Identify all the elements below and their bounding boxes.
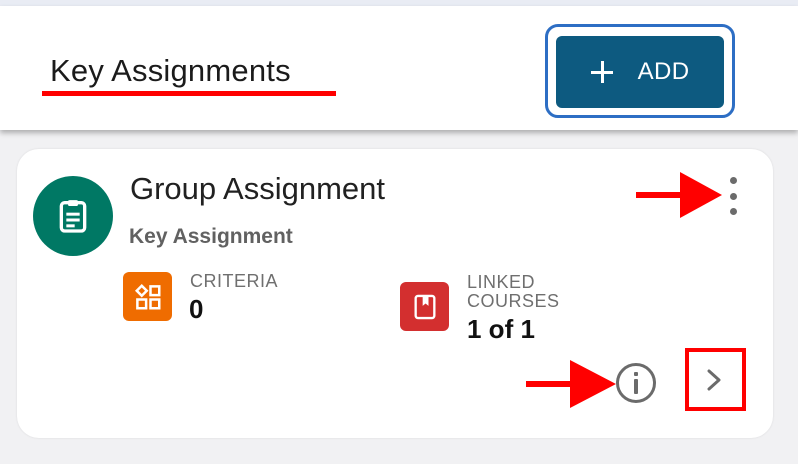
- add-button[interactable]: ADD: [556, 36, 724, 108]
- page-header: Key Assignments ADD: [0, 6, 798, 130]
- criteria-value: 0: [189, 294, 204, 324]
- clipboard-icon: [33, 176, 113, 256]
- category-icon: [123, 272, 172, 321]
- book-icon: [400, 282, 449, 331]
- title-underline-annotation: [42, 91, 336, 96]
- more-vert-icon[interactable]: [723, 177, 743, 215]
- assignment-title: Group Assignment: [130, 171, 386, 206]
- chevron-right-icon: [707, 369, 721, 391]
- open-assignment-button[interactable]: [685, 348, 746, 411]
- linked-courses-label: LINKED COURSES: [467, 272, 560, 311]
- add-button-label: ADD: [637, 58, 690, 85]
- assignment-type: Key Assignment: [129, 225, 293, 248]
- page-title: Key Assignments: [50, 53, 291, 88]
- plus-icon: [590, 61, 613, 83]
- arrow-annotation-info: [526, 360, 616, 408]
- linked-courses-value: 1 of 1: [467, 314, 535, 344]
- arrow-annotation-menu: [636, 172, 722, 218]
- criteria-label: CRITERIA: [190, 271, 279, 291]
- info-icon[interactable]: [616, 363, 656, 403]
